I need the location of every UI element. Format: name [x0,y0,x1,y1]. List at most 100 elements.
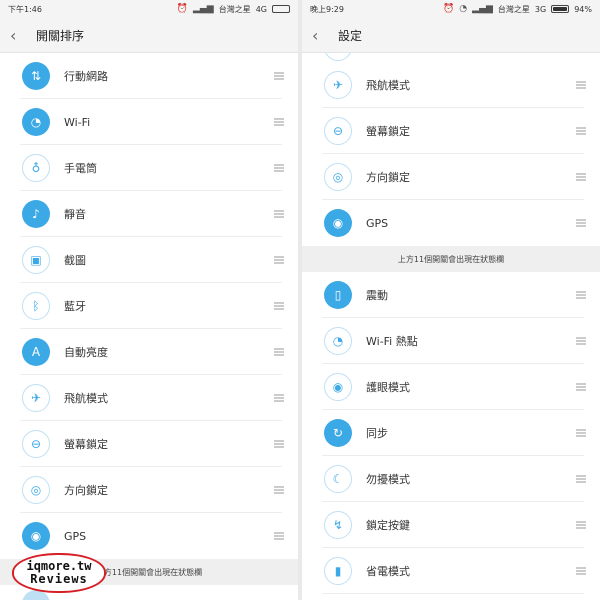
back-arrow-icon[interactable]: ‹ [312,26,330,45]
partial-row [302,53,600,62]
toggle-row[interactable]: ▣ 截圖 [0,237,298,283]
toggle-label: 自動亮度 [64,346,108,359]
app-header: ‹ 開關排序 [0,18,298,53]
airplane-icon[interactable]: ✈ [22,384,50,412]
drag-handle-icon[interactable] [274,486,284,494]
toggle-row[interactable]: ♪ 靜音 [0,191,298,237]
wifi-status-icon: ◔ [459,4,468,14]
drag-handle-icon[interactable] [576,81,586,89]
screenshot-icon[interactable]: ▣ [22,246,50,274]
toggle-row[interactable]: ✈ 飛航模式 [302,62,600,108]
toggle-row[interactable]: ◔ Wi-Fi [0,99,298,145]
toggle-label: Wi-Fi [64,115,91,129]
drag-handle-icon[interactable] [274,256,284,264]
watermark-logo: iqmore.tw Reviews [12,553,106,593]
toggle-list-bottom: ▯ 震動 ◔ Wi-Fi 熱點 ◉ 護眼模式 ↻ 同步 ☾ 勿擾模式 ↯ 鎖定按鍵 ▮ 省電模式 [302,272,600,594]
eye-care-icon[interactable]: ◉ [324,373,352,401]
toggle-row[interactable]: ⇅ 行動網路 [0,53,298,99]
drag-handle-icon[interactable] [576,567,586,575]
left-screen: 下午1:46 ⏰ ▂▄▆ 台灣之星 4G ‹ 開關排序 ⇅ 行動網路 ◔ Wi-Fi ♁… [0,0,298,600]
battery-saver-icon[interactable]: ▮ [324,557,352,585]
drag-handle-icon[interactable] [274,302,284,310]
bluetooth-icon[interactable]: ᛒ [22,292,50,320]
toggle-row[interactable]: ◔ Wi-Fi 熱點 [302,318,600,364]
flashlight-icon[interactable]: ♁ [22,154,50,182]
back-arrow-icon[interactable]: ‹ [10,26,28,45]
toggle-row[interactable]: ⊖ 螢幕鎖定 [0,421,298,467]
toggle-row[interactable]: ▯ 震動 [302,272,600,318]
auto-brightness-icon[interactable]: A [22,338,50,366]
toggle-row[interactable]: ✈ 飛航模式 [0,375,298,421]
battery-icon [272,5,290,13]
toggle-row[interactable]: ◎ 方向鎖定 [302,154,600,200]
drag-handle-icon[interactable] [274,210,284,218]
drag-handle-icon[interactable] [274,394,284,402]
drag-handle-icon[interactable] [576,521,586,529]
watermark-line2: Reviews [30,572,88,586]
toggle-label: 截圖 [64,254,86,267]
toggle-row[interactable]: ↻ 同步 [302,410,600,456]
toggle-row[interactable]: ◎ 方向鎖定 [0,467,298,513]
toggle-list-top: ✈ 飛航模式 ⊖ 螢幕鎖定 ◎ 方向鎖定 ◉ GPS [302,62,600,246]
toggle-row[interactable]: ↯ 鎖定按鍵 [302,502,600,548]
toggle-row[interactable]: ◉ 護眼模式 [302,364,600,410]
toggle-row[interactable]: ♁ 手電筒 [0,145,298,191]
toggle-row[interactable]: ᛒ 藍牙 [0,283,298,329]
toggle-label: 震動 [366,289,388,302]
toggle-label: 省電模式 [366,565,410,578]
toggle-label: 同步 [366,427,388,440]
hotspot-icon[interactable]: ◔ [324,327,352,355]
toggle-label: 方向鎖定 [64,484,108,497]
drag-handle-icon[interactable] [274,72,284,80]
status-bar: 下午1:46 ⏰ ▂▄▆ 台灣之星 4G [0,0,298,18]
drag-handle-icon[interactable] [576,127,586,135]
drag-handle-icon[interactable] [274,118,284,126]
status-carrier: 台灣之星 [218,4,251,14]
do-not-disturb-icon[interactable]: ☾ [324,465,352,493]
drag-handle-icon[interactable] [576,383,586,391]
drag-handle-icon[interactable] [274,348,284,356]
wifi-icon[interactable]: ◔ [22,108,50,136]
toggle-label: GPS [366,216,389,230]
mobile-data-icon[interactable]: ⇅ [22,62,50,90]
toggle-row[interactable]: ⊖ 螢幕鎖定 [302,108,600,154]
drag-handle-icon[interactable] [576,291,586,299]
status-time: 晚上9:29 [310,4,344,14]
vibrate-icon[interactable]: ▯ [324,281,352,309]
drag-handle-icon[interactable] [576,337,586,345]
toggle-label: 手電筒 [64,162,97,175]
status-network: 3G [534,4,547,14]
sync-icon[interactable]: ↻ [324,419,352,447]
lock-icon[interactable]: ⊖ [22,430,50,458]
lock-keys-icon[interactable]: ↯ [324,511,352,539]
rotation-lock-icon[interactable]: ◎ [324,163,352,191]
drag-handle-icon[interactable] [576,475,586,483]
battery-icon [551,5,570,13]
toggle-label: 飛航模式 [366,79,410,92]
mute-icon[interactable]: ♪ [22,200,50,228]
status-carrier: 台灣之星 [497,4,530,14]
status-time: 下午1:46 [8,4,42,14]
drag-handle-icon[interactable] [274,440,284,448]
airplane-icon[interactable]: ✈ [324,71,352,99]
drag-handle-icon[interactable] [274,164,284,172]
toggle-label: 勿擾模式 [366,473,410,486]
drag-handle-icon[interactable] [274,532,284,540]
toggle-row[interactable]: A 自動亮度 [0,329,298,375]
toggle-list: ⇅ 行動網路 ◔ Wi-Fi ♁ 手電筒 ♪ 靜音 ▣ 截圖 ᛒ 藍牙 A 自動亮度 ✈ 飛航模式 ⊖ 螢幕鎖定 ◎… [0,53,298,559]
toggle-row[interactable]: ▮ 省電模式 [302,548,600,594]
toggle-label: 鎖定按鍵 [366,519,410,532]
toggle-row[interactable]: ◉ GPS [0,513,298,559]
gps-icon[interactable]: ◉ [324,209,352,237]
toggle-label: 飛航模式 [64,392,108,405]
toggle-row[interactable]: ☾ 勿擾模式 [302,456,600,502]
lock-icon[interactable]: ⊖ [324,117,352,145]
toggle-row[interactable]: ◉ GPS [302,200,600,246]
gps-icon[interactable]: ◉ [22,522,50,550]
drag-handle-icon[interactable] [576,429,586,437]
drag-handle-icon[interactable] [576,219,586,227]
rotation-lock-icon[interactable]: ◎ [22,476,50,504]
section-note: 上方11個開關會出現在狀態欄 [302,246,600,272]
alarm-icon: ⏰ [176,4,188,14]
drag-handle-icon[interactable] [576,173,586,181]
